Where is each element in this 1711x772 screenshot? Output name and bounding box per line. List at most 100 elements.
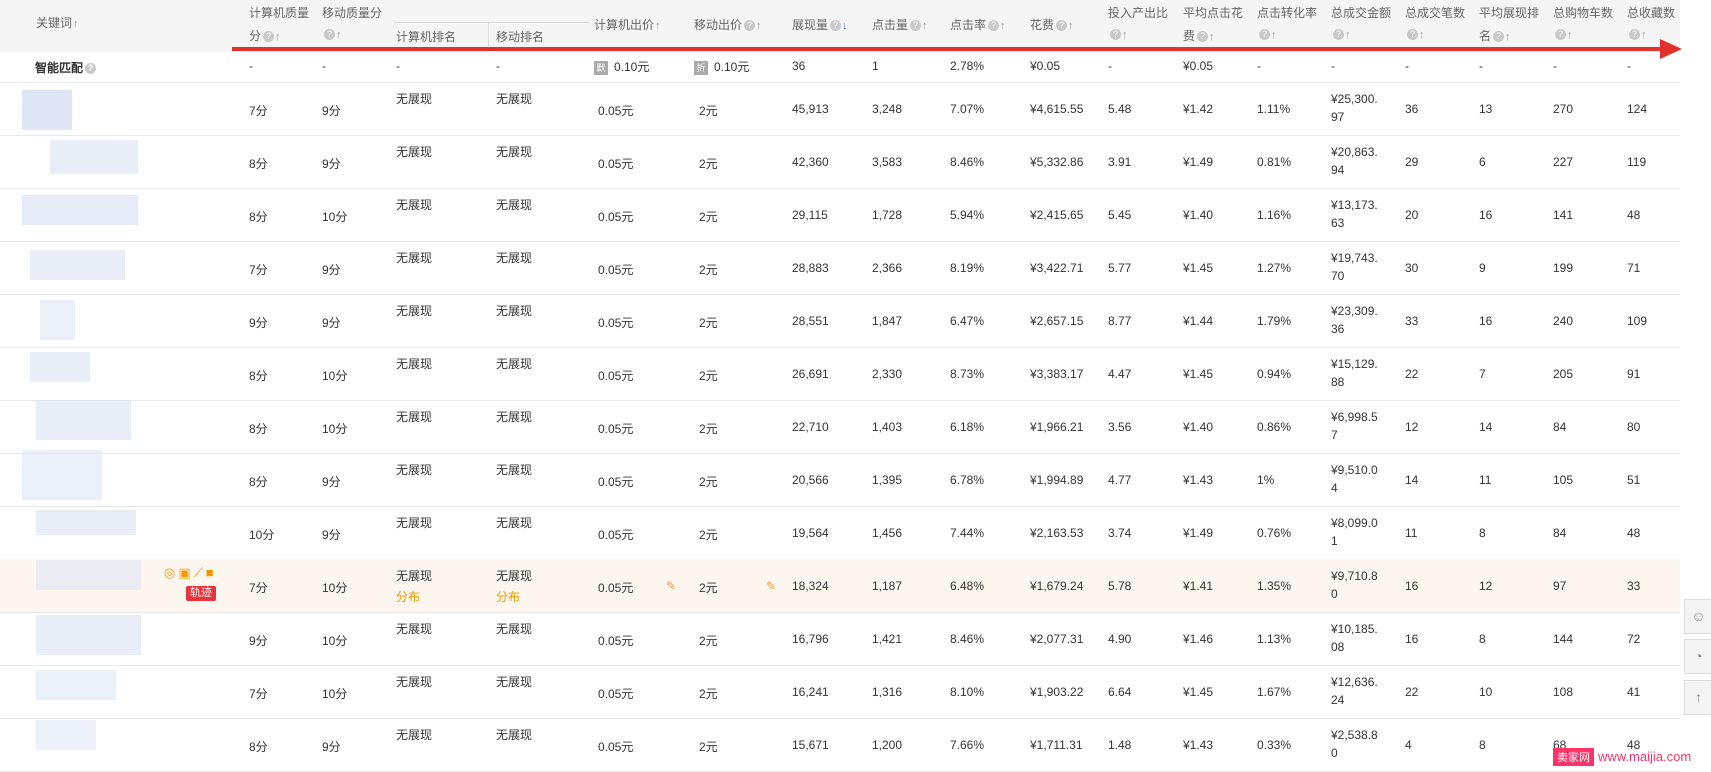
help-icon[interactable]: ? (910, 20, 922, 32)
cell-pcb[interactable]: 0.05元 (598, 367, 633, 384)
cell-pcb[interactable]: 0.05元 (598, 579, 633, 596)
sort-up-icon[interactable]: ↑ (1567, 29, 1573, 41)
cell-pcb[interactable]: 0.05元 (598, 102, 633, 119)
cell-mb[interactable]: 2元 (699, 314, 718, 331)
sort-up-icon[interactable]: ↑ (336, 29, 342, 41)
track-button[interactable]: 轨迹 (186, 586, 216, 601)
help-icon[interactable]: ? (1197, 31, 1209, 43)
distribution-link[interactable]: 分布 (396, 588, 420, 605)
cell-cpc: ¥1.44 (1183, 314, 1214, 328)
col-cvr[interactable]: 点击转化率? ↑ (1257, 4, 1317, 41)
back-to-top-icon[interactable]: ↑ (1684, 680, 1711, 715)
cell-mb[interactable]: 2元 (699, 155, 718, 172)
sort-up-icon[interactable]: ↑ (1271, 29, 1277, 41)
sort-up-icon[interactable]: ↑ (1122, 29, 1128, 41)
help-icon[interactable]: ? (1259, 29, 1270, 41)
cell-pcb[interactable]: 0.05元 (598, 685, 633, 702)
sort-up-icon[interactable]: ↑ (1209, 31, 1215, 43)
cell-mb[interactable]: 2元 (699, 632, 718, 649)
cell-pcb[interactable]: 0.05元 (598, 473, 633, 490)
sort-up-icon[interactable]: ↑ (73, 18, 79, 30)
sort-up-icon[interactable]: ↑ (1641, 29, 1647, 41)
row-operations: ◎ ▣ ⟋ ■ (164, 565, 217, 581)
report-icon[interactable]: ▣ (178, 565, 190, 581)
sort-up-icon[interactable]: ↑ (1345, 29, 1351, 41)
help-icon[interactable]: ? (988, 20, 1000, 32)
col-keyword[interactable]: 关键词↑ (36, 14, 79, 31)
feedback-icon[interactable]: ◔ (1684, 639, 1711, 674)
cell-cost: ¥1,966.21 (1030, 420, 1084, 434)
col-orders[interactable]: 总成交笔数? ↑ (1405, 4, 1465, 41)
sort-up-icon[interactable]: ↑ (1505, 31, 1511, 43)
help-icon[interactable]: ? (830, 20, 842, 32)
sort-up-icon[interactable]: ↑ (756, 20, 762, 32)
col-pc-quality[interactable]: 计算机质量分? ↑ (249, 4, 309, 44)
cell-mb[interactable]: 2元 (699, 102, 718, 119)
help-icon[interactable]: ? (1333, 29, 1344, 41)
trend-chart-icon[interactable]: ⟋ (194, 565, 203, 581)
cell-cart: 199 (1553, 261, 1574, 275)
col-impressions[interactable]: 展现量? ↓ (792, 16, 848, 33)
customer-service-icon[interactable]: ☺ (1684, 599, 1711, 634)
help-icon[interactable]: ? (85, 63, 97, 75)
cell-mb[interactable]: 2元 (699, 367, 718, 384)
target-icon[interactable]: ◎ (164, 565, 175, 581)
help-icon[interactable]: ? (1407, 29, 1418, 41)
cell-mb[interactable]: 2元 (699, 526, 718, 543)
help-icon[interactable]: ? (324, 29, 335, 41)
cell-mb[interactable]: 2元 (699, 685, 718, 702)
cell-ctr: 6.47% (950, 314, 985, 328)
cell-pcb[interactable]: 0.05元 (598, 155, 633, 172)
sort-up-icon[interactable]: ↑ (275, 31, 281, 43)
smart-pc-bid[interactable]: 默 0.10元 (594, 58, 649, 75)
edit-pencil-icon[interactable]: ✎ (666, 579, 676, 593)
col-ctr[interactable]: 点击率? ↑ (950, 16, 1006, 33)
col-clicks[interactable]: 点击量? ↑ (872, 16, 928, 33)
delete-icon[interactable]: ■ (206, 565, 214, 580)
sort-down-icon[interactable]: ↓ (842, 20, 848, 32)
col-cart[interactable]: 总购物车数? ↑ (1553, 4, 1613, 41)
col-cost[interactable]: 花费? ↑ (1030, 16, 1074, 33)
cell-mb[interactable]: 2元 (699, 420, 718, 437)
smart-mobile-bid[interactable]: 折 0.10元 (694, 58, 749, 75)
sort-up-icon[interactable]: ↑ (1419, 29, 1425, 41)
cell-mb[interactable]: 2元 (699, 579, 718, 596)
col-gmv[interactable]: 总成交金额? ↑ (1331, 4, 1391, 41)
cell-mb[interactable]: 2元 (699, 738, 718, 755)
cell-mb[interactable]: 2元 (699, 261, 718, 278)
cell-pcb[interactable]: 0.05元 (598, 314, 633, 331)
help-icon[interactable]: ? (744, 20, 756, 32)
help-icon[interactable]: ? (1493, 31, 1505, 43)
cell-mb[interactable]: 2元 (699, 473, 718, 490)
cell-pcb[interactable]: 0.05元 (598, 420, 633, 437)
cell-pcb[interactable]: 0.05元 (598, 208, 633, 225)
sort-up-icon[interactable]: ↑ (1000, 20, 1006, 32)
help-icon[interactable]: ? (1056, 20, 1068, 32)
cell-pcb[interactable]: 0.05元 (598, 261, 633, 278)
col-mobile-bid[interactable]: 移动出价? ↑ (694, 16, 762, 33)
sort-up-icon[interactable]: ↑ (1068, 20, 1074, 32)
cell-ar: 16 (1479, 208, 1493, 222)
col-fav[interactable]: 总收藏数? ↑ (1627, 4, 1675, 41)
help-icon[interactable]: ? (1555, 29, 1566, 41)
cell-pcb[interactable]: 0.05元 (598, 738, 633, 755)
col-roi[interactable]: 投入产出比? ↑ (1108, 4, 1168, 41)
sort-up-icon[interactable]: ↑ (922, 20, 928, 32)
help-icon[interactable]: ? (263, 31, 275, 43)
sort-up-icon[interactable]: ↑ (655, 20, 661, 32)
cell-clk: 1,395 (872, 473, 903, 487)
help-icon[interactable]: ? (1110, 29, 1121, 41)
cell-pcb[interactable]: 0.05元 (598, 632, 633, 649)
cell-mb[interactable]: 2元 (699, 208, 718, 225)
col-mobile-quality[interactable]: 移动质量分? ↑ (322, 4, 382, 41)
watermark: 卖家网 www.maijia.com (1553, 748, 1691, 766)
col-pc-bid[interactable]: 计算机出价↑ (594, 16, 661, 33)
col-avg-rank[interactable]: 平均展现排名? ↑ (1479, 4, 1539, 44)
cell-clk: 1,728 (872, 208, 903, 222)
cell-ar: 10 (1479, 685, 1493, 699)
col-cpc[interactable]: 平均点击花费? ↑ (1183, 4, 1243, 44)
help-icon[interactable]: ? (1629, 29, 1640, 41)
edit-pencil-icon[interactable]: ✎ (766, 579, 776, 593)
distribution-link[interactable]: 分布 (496, 588, 520, 605)
cell-pcb[interactable]: 0.05元 (598, 526, 633, 543)
